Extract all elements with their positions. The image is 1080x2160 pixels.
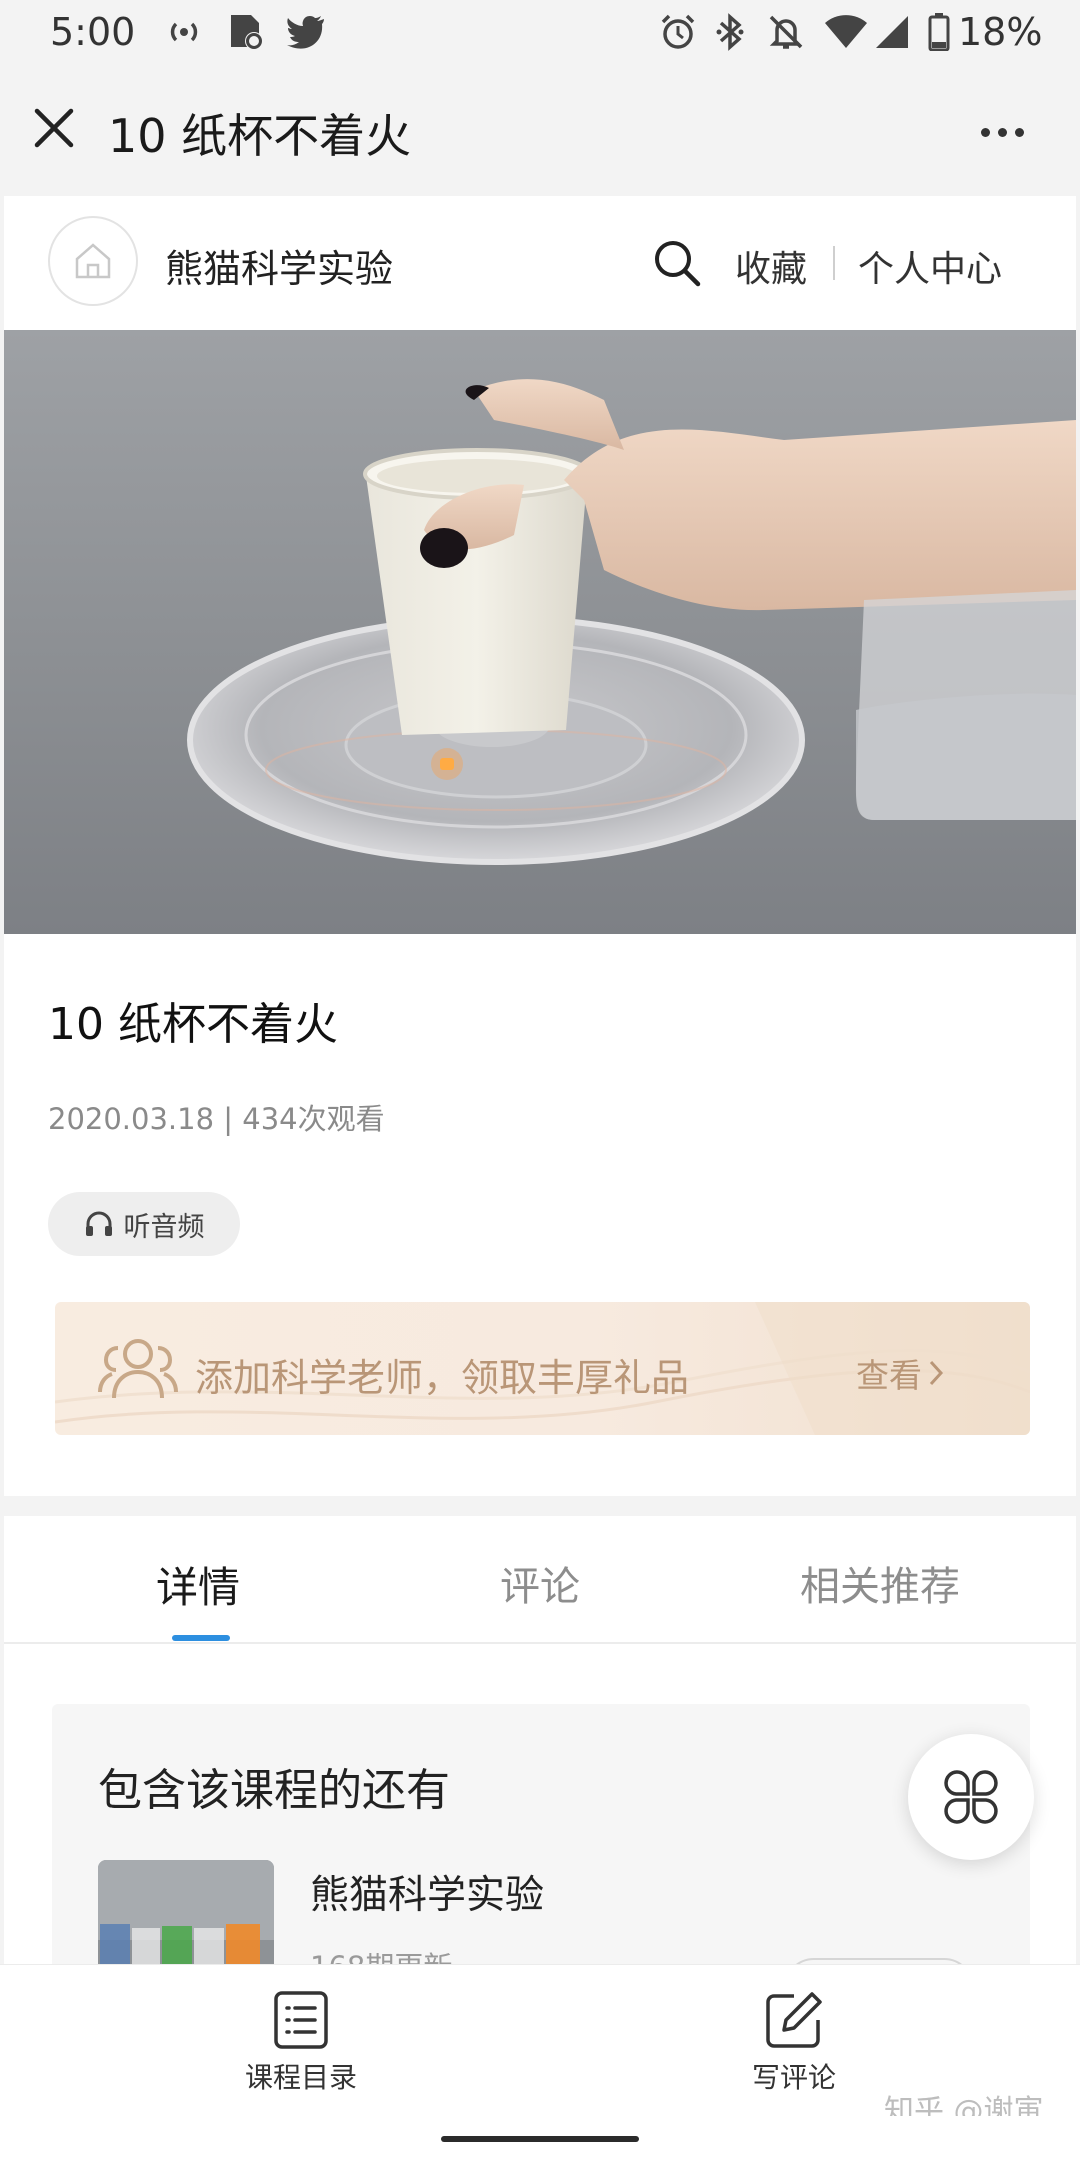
wifi-icon xyxy=(822,12,870,52)
course-title: 10 纸杯不着火 xyxy=(48,999,338,1050)
chevron-right-icon xyxy=(929,1360,944,1386)
tab-related[interactable]: 相关推荐 xyxy=(800,1554,960,1612)
video-frame-image xyxy=(4,330,1076,934)
alarm-icon xyxy=(656,12,700,52)
page-title: 10 纸杯不着火 xyxy=(108,109,412,163)
status-time: 5:00 xyxy=(50,10,136,54)
more-options-icon[interactable] xyxy=(972,104,1032,160)
video-player[interactable] xyxy=(4,330,1076,934)
write-comment-label: 写评论 xyxy=(751,2061,836,2094)
battery-icon xyxy=(924,12,954,52)
edit-icon xyxy=(766,1992,822,2048)
search-icon[interactable] xyxy=(648,234,706,292)
course-meta: 2020.03.18 | 434次观看 xyxy=(48,1096,385,1138)
signal-icon xyxy=(872,12,912,52)
battery-percentage: 18% xyxy=(958,10,1043,54)
headphones-icon xyxy=(85,1211,112,1236)
tabs-divider xyxy=(4,1642,1076,1644)
active-tab-indicator xyxy=(172,1635,230,1641)
radio-icon xyxy=(162,12,206,52)
listen-audio-label: 听音频 xyxy=(123,1211,205,1243)
meta-separator: | xyxy=(223,1102,234,1136)
mute-icon xyxy=(764,12,808,52)
listen-audio-button[interactable]: 听音频 xyxy=(48,1192,240,1256)
header-divider xyxy=(833,246,835,280)
clover-menu-icon xyxy=(944,1770,998,1824)
bluetooth-icon xyxy=(710,12,750,52)
course-catalog-button[interactable]: 课程目录 xyxy=(201,1990,401,2096)
course-date: 2020.03.18 xyxy=(48,1102,215,1136)
list-icon xyxy=(274,1991,328,2049)
promo-text: 添加科学老师，领取丰厚礼品 xyxy=(195,1356,690,1400)
course-catalog-label: 课程目录 xyxy=(244,2061,357,2094)
favorites-link[interactable]: 收藏 xyxy=(735,240,807,292)
home-icon[interactable] xyxy=(48,216,138,306)
promo-view-label: 查看 xyxy=(856,1356,922,1395)
course-views: 434次观看 xyxy=(242,1102,385,1136)
twitter-icon xyxy=(284,12,328,52)
close-icon[interactable] xyxy=(28,100,80,156)
site-name[interactable]: 熊猫科学实验 xyxy=(165,238,393,293)
profile-link[interactable]: 个人中心 xyxy=(858,240,1002,292)
tab-details[interactable]: 详情 xyxy=(156,1554,240,1615)
storage-sync-icon xyxy=(224,12,268,52)
write-comment-button[interactable]: 写评论 xyxy=(694,1990,894,2096)
promo-view-link[interactable]: 查看 xyxy=(856,1349,944,1397)
home-gesture-handle[interactable] xyxy=(441,2136,639,2142)
related-series-heading: 包含该课程的还有 xyxy=(98,1765,450,1816)
teacher-group-icon xyxy=(98,1336,178,1402)
floating-menu-button[interactable] xyxy=(908,1734,1034,1860)
tab-comments[interactable]: 评论 xyxy=(500,1554,580,1612)
series-name[interactable]: 熊猫科学实验 xyxy=(310,1864,544,1920)
